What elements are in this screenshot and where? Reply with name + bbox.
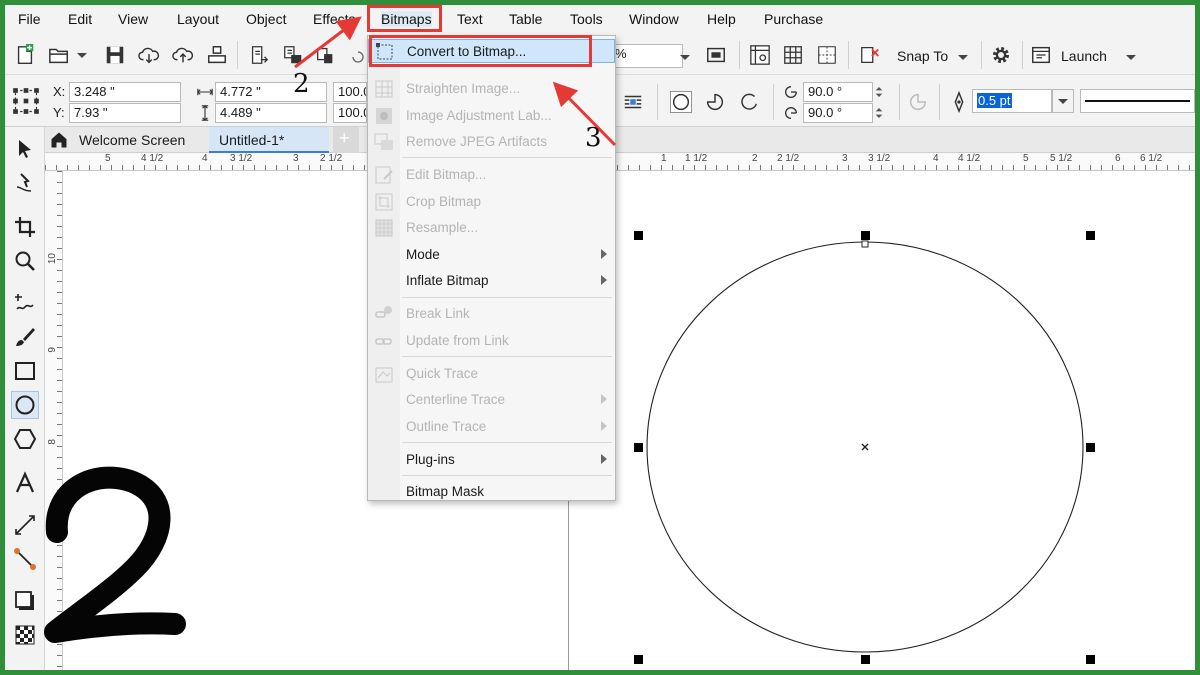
step-3-label: 3 — [585, 123, 602, 153]
app-window: File Edit View Layout Object Effects Bit… — [5, 5, 1195, 670]
arrow-to-bitmaps-menu — [294, 16, 362, 69]
big-step-2-graphic — [44, 466, 186, 643]
step-2-label: 2 — [293, 69, 310, 99]
